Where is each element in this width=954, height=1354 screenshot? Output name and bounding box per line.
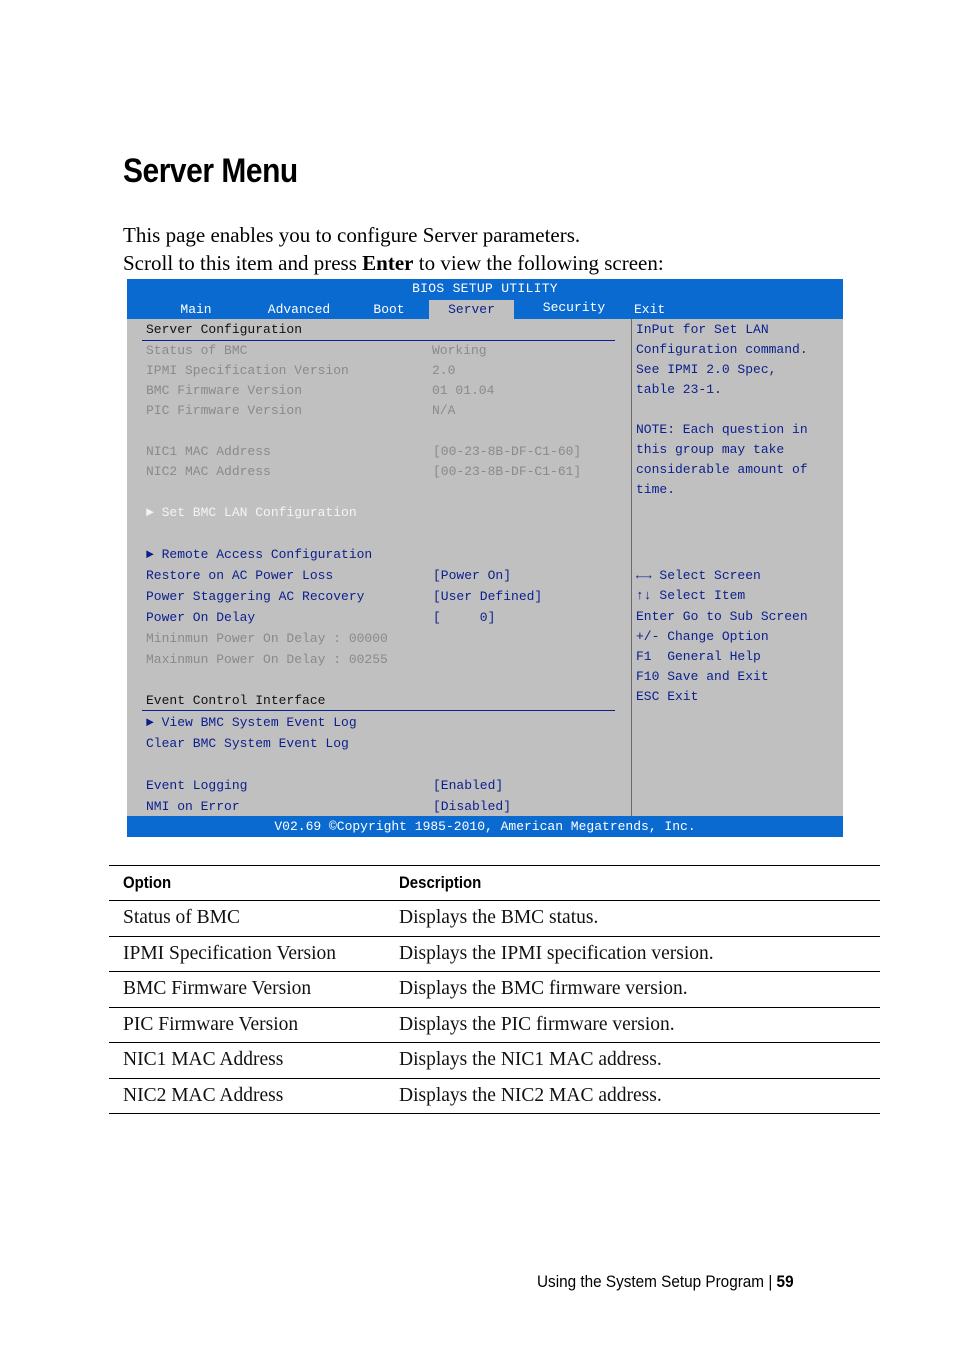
setting-label-nmi-error: NMI on Error xyxy=(146,799,240,814)
info-value-ipmi-version: 2.0 xyxy=(432,363,456,378)
help-text-line: this group may take xyxy=(636,442,785,457)
info-value-status-bmc: Working xyxy=(432,343,487,358)
options-table: Option Description Status of BMC Display… xyxy=(109,865,880,1114)
help-text-line: NOTE: Each question in xyxy=(636,422,808,437)
option-cell: NIC1 MAC Address xyxy=(109,1042,385,1079)
setting-value-power-staggering[interactable]: [User Defined] xyxy=(433,588,542,606)
description-cell: Displays the BMC status. xyxy=(385,900,880,937)
tab-advanced[interactable]: Advanced xyxy=(255,300,343,320)
bios-copyright-footer: V02.69 ©Copyright 1985-2010, American Me… xyxy=(127,816,843,837)
table-row: IPMI Specification Version Displays the … xyxy=(109,935,880,972)
help-text-line: considerable amount of xyxy=(636,462,808,477)
key-help-enter: Enter Go to Sub Screen xyxy=(636,609,808,624)
info-label-nic2-mac: NIC2 MAC Address xyxy=(146,464,271,479)
setting-label-power-staggering: Power Staggering AC Recovery xyxy=(146,589,365,604)
footer-separator: | xyxy=(768,1272,773,1291)
key-help-select-item: ↑↓ Select Item xyxy=(636,588,746,603)
table-row: BMC Firmware Version Displays the BMC fi… xyxy=(109,971,880,1008)
option-cell: PIC Firmware Version xyxy=(109,1006,385,1043)
bios-setup-screenshot: BIOS SETUP UTILITY Main Advanced Boot Se… xyxy=(127,279,843,837)
setting-value-power-on-delay[interactable]: [ 0] xyxy=(433,609,495,627)
option-cell: BMC Firmware Version xyxy=(109,971,385,1008)
section-event-control: Event Control Interface xyxy=(146,693,326,708)
intro-text: This page enables you to configure Serve… xyxy=(123,221,664,277)
submenu-set-bmc-lan[interactable]: ► Set BMC LAN Configuration xyxy=(146,504,357,522)
key-help-esc-exit: ESC Exit xyxy=(636,689,699,704)
key-help-general-help: F1 General Help xyxy=(636,649,761,664)
key-help-save-exit: F10 Save and Exit xyxy=(636,669,769,684)
description-cell: Displays the IPMI specification version. xyxy=(385,935,880,972)
description-cell: Displays the NIC1 MAC address. xyxy=(385,1042,880,1079)
column-header-description: Description xyxy=(385,865,880,901)
intro-text-pre: Scroll to this item and press xyxy=(123,251,363,275)
table-row: NIC1 MAC Address Displays the NIC1 MAC a… xyxy=(109,1042,880,1079)
intro-text-post: to view the following screen: xyxy=(413,251,664,275)
submenu-remote-access[interactable]: ► Remote Access Configuration xyxy=(146,546,372,564)
max-power-on-delay: Maxinmun Power On Delay : 00255 xyxy=(146,652,388,667)
option-cell: Status of BMC xyxy=(109,900,385,937)
page-footer: Using the System Setup Program | 59 xyxy=(537,1272,794,1292)
table-row: Status of BMC Displays the BMC status. xyxy=(109,900,880,937)
help-text-line: Configuration command. xyxy=(636,342,808,357)
setting-value-nmi-error[interactable]: [Disabled] xyxy=(433,798,511,816)
description-cell: Displays the NIC2 MAC address. xyxy=(385,1077,880,1114)
page-number: 59 xyxy=(776,1272,794,1291)
info-label-nic1-mac: NIC1 MAC Address xyxy=(146,444,271,459)
tab-main[interactable]: Main xyxy=(163,300,229,320)
setting-label-event-logging: Event Logging xyxy=(146,778,248,793)
key-help-select-screen: ←→ Select Screen xyxy=(636,568,761,583)
help-text-line: See IPMI 2.0 Spec, xyxy=(636,362,777,377)
info-label-ipmi-version: IPMI Specification Version xyxy=(146,363,349,378)
setting-value-event-logging[interactable]: [Enabled] xyxy=(433,777,503,795)
help-text-line: table 23-1. xyxy=(636,382,722,397)
description-cell: Displays the PIC firmware version. xyxy=(385,1006,880,1043)
tab-boot[interactable]: Boot xyxy=(363,300,415,320)
setting-label-restore-ac: Restore on AC Power Loss xyxy=(146,568,334,583)
section-underline xyxy=(142,710,615,711)
info-value-bmc-firmware: 01 01.04 xyxy=(432,383,495,398)
info-label-status-bmc: Status of BMC xyxy=(146,343,248,358)
table-header-row: Option Description xyxy=(109,865,880,901)
footer-section-title: Using the System Setup Program xyxy=(537,1272,765,1291)
intro-line-2: Scroll to this item and press Enter to v… xyxy=(123,249,664,277)
bios-title: BIOS SETUP UTILITY xyxy=(412,281,558,296)
help-text-line: InPut for Set LAN xyxy=(636,322,769,337)
enter-key-label: Enter xyxy=(362,251,414,275)
column-header-option: Option xyxy=(109,865,385,901)
tab-server[interactable]: Server xyxy=(429,300,514,320)
info-value-pic-firmware: N/A xyxy=(432,403,456,418)
setting-label-power-on-delay: Power On Delay xyxy=(146,610,256,625)
page-title: Server Menu xyxy=(123,152,298,190)
tab-exit[interactable]: Exit xyxy=(634,300,674,320)
description-cell: Displays the BMC firmware version. xyxy=(385,971,880,1008)
option-cell: NIC2 MAC Address xyxy=(109,1077,385,1114)
bios-header: BIOS SETUP UTILITY Main Advanced Boot Se… xyxy=(127,279,843,320)
info-value-nic2-mac: [00-23-8B-DF-C1-61] xyxy=(433,464,582,479)
min-power-on-delay: Mininmun Power On Delay : 00000 xyxy=(146,631,388,646)
key-help-change-option: +/- Change Option xyxy=(636,629,769,644)
info-label-pic-firmware: PIC Firmware Version xyxy=(146,403,303,418)
panel-divider xyxy=(631,319,632,816)
table-row: PIC Firmware Version Displays the PIC fi… xyxy=(109,1006,880,1043)
tab-security[interactable]: Security xyxy=(529,298,619,318)
table-row: NIC2 MAC Address Displays the NIC2 MAC a… xyxy=(109,1077,880,1114)
option-cell: IPMI Specification Version xyxy=(109,935,385,972)
section-server-configuration: Server Configuration xyxy=(146,322,303,337)
info-value-nic1-mac: [00-23-8B-DF-C1-60] xyxy=(433,444,582,459)
submenu-view-sel[interactable]: ► View BMC System Event Log xyxy=(146,714,357,732)
action-clear-sel[interactable]: Clear BMC System Event Log xyxy=(146,735,349,753)
setting-value-restore-ac[interactable]: [Power On] xyxy=(433,567,511,585)
section-underline xyxy=(142,340,615,341)
info-label-bmc-firmware: BMC Firmware Version xyxy=(146,383,303,398)
intro-line-1: This page enables you to configure Serve… xyxy=(123,223,581,247)
help-text-line: time. xyxy=(636,482,676,497)
